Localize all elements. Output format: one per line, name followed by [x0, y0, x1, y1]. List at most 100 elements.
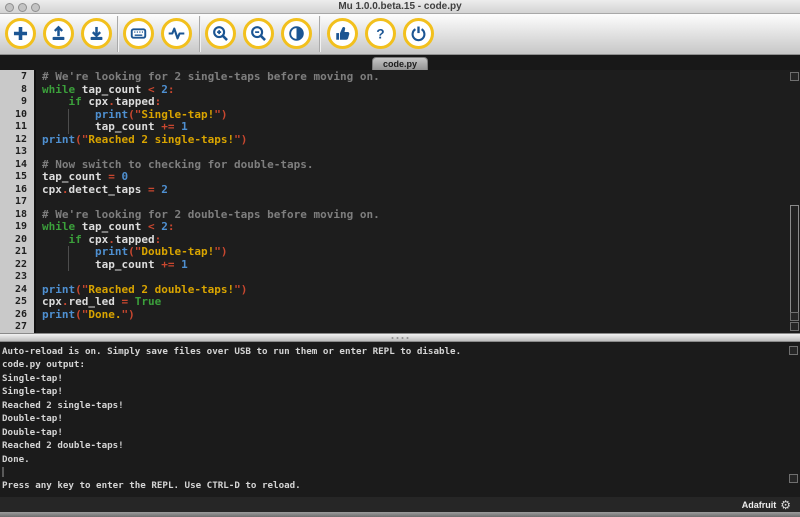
repl-serial-output[interactable]: Auto-reload is on. Simply save files ove… [0, 342, 800, 497]
status-bar: Adafruit ⚙ [0, 497, 800, 512]
code-token: tapped [114, 232, 155, 246]
repl-line: Press any key to enter the REPL. Use CTR… [2, 480, 301, 492]
scroll-corner-button[interactable] [790, 322, 799, 331]
titlebar: Mu 1.0.0.beta.15 - code.py [0, 0, 800, 14]
code-token: 2 [161, 182, 168, 196]
tab-strip: code.py [0, 55, 800, 70]
code-token: tap_count [75, 220, 148, 234]
code-token: print [94, 245, 129, 259]
toolbar-group-separator [117, 16, 118, 52]
code-line: tap_count += 1 [42, 257, 800, 272]
line-number: 27 [14, 321, 27, 333]
code-token: print [94, 107, 129, 121]
code-token: = [121, 295, 135, 309]
code-token: = [147, 182, 162, 196]
repl-line: Reached 2 double-taps! [2, 440, 124, 452]
code-token: Single-tap! [141, 107, 215, 121]
code-token: 1 [181, 257, 188, 271]
toolbar-button-plotter[interactable] [160, 18, 192, 49]
line-number: 22 [14, 258, 27, 270]
toolbar-group-separator [319, 16, 320, 52]
line-number: 24 [14, 283, 27, 295]
code-token: Done. [88, 307, 122, 321]
toolbar-button-quit[interactable] [402, 18, 434, 49]
line-number: 18 [14, 208, 27, 220]
line-number: 11 [14, 121, 27, 133]
line-number-gutter: 7 8 9 10 11 12 13 14 15 16 17 18 19 20 21 22 23 24 25 26 27 [0, 70, 36, 333]
code-token: 1 [181, 120, 188, 134]
keyboard-icon [129, 24, 148, 43]
code-editor[interactable]: 7 8 9 10 11 12 13 14 15 16 17 18 19 20 21 22 23 24 25 26 27 … [0, 70, 800, 333]
repl-line: Done. [2, 453, 30, 465]
line-number: 16 [14, 183, 27, 195]
line-number: 20 [14, 233, 27, 245]
scroll-up-button[interactable] [790, 72, 799, 81]
code-token: ) [240, 132, 248, 146]
repl-scroll-bottom-button[interactable] [789, 474, 798, 483]
repl-scroll-top-button[interactable] [789, 346, 798, 355]
editor-scrollbar[interactable] [789, 70, 799, 333]
scrollbar-thumb[interactable] [790, 205, 799, 317]
toolbar-button-zoom-out[interactable] [242, 18, 274, 49]
code-token: print [42, 307, 76, 321]
plus-icon [11, 24, 30, 43]
code-line: print("Done.") [42, 307, 800, 322]
code-text-area[interactable]: # We're looking for 2 single-taps before… [36, 70, 800, 333]
code-line: print("Reached 2 single-taps!") [42, 132, 800, 147]
toolbar-button-serial[interactable] [122, 18, 154, 49]
thumbs-up-icon [333, 24, 352, 43]
code-token: 2 [161, 82, 168, 96]
code-token: # Now switch to checking for double-taps… [42, 157, 314, 171]
code-token: Reached 2 double-taps! [88, 282, 235, 296]
window-title: Mu 1.0.0.beta.15 - code.py [338, 1, 462, 12]
splitter-grip-icon [391, 337, 409, 339]
question-mark-icon: ? [371, 24, 390, 43]
indent-guide [68, 258, 70, 272]
toolbar-button-theme[interactable] [280, 18, 312, 49]
splitter-handle[interactable] [0, 333, 800, 342]
code-token: ) [240, 282, 248, 296]
line-number: 13 [14, 146, 27, 158]
scroll-down-button[interactable] [790, 312, 799, 321]
toolbar-button-save[interactable] [80, 18, 112, 49]
code-line: cpx.red_led = True [42, 295, 800, 309]
code-token: < [147, 82, 162, 96]
repl-cursor [2, 467, 4, 478]
line-number: 9 [20, 96, 27, 108]
code-token: while [42, 220, 76, 234]
repl-line: code.py output: [2, 359, 85, 371]
gear-icon[interactable]: ⚙ [780, 499, 791, 511]
code-token: ( [128, 245, 135, 259]
code-token: print [42, 282, 76, 296]
toolbar-button-load[interactable] [42, 18, 74, 49]
code-token: red_led [68, 295, 122, 309]
tab-code-py[interactable]: code.py [371, 57, 429, 70]
code-token: tap_count [75, 82, 148, 96]
waveform-icon [167, 24, 186, 43]
download-icon [87, 24, 106, 43]
repl-line: Single-tap! [2, 372, 63, 384]
code-token: tap_count [42, 170, 109, 184]
code-token: : [167, 82, 175, 96]
code-token: ) [220, 107, 228, 121]
repl-line: Double-tap! [2, 426, 63, 438]
line-number: 19 [14, 221, 27, 233]
code-token: ( [75, 307, 82, 321]
toolbar-button-check[interactable] [326, 18, 358, 49]
code-token: cpx [42, 182, 62, 196]
code-token: cpx [81, 232, 109, 246]
toolbar-button-new[interactable] [4, 18, 36, 49]
code-token: < [147, 220, 162, 234]
code-line: cpx.detect_taps = 2 [42, 182, 800, 197]
line-number: 23 [14, 271, 27, 283]
code-token: : [154, 95, 162, 109]
line-number: 15 [14, 171, 27, 183]
code-token: True [134, 295, 162, 309]
toolbar-button-help[interactable]: ? [364, 18, 396, 49]
toolbar-button-zoom-in[interactable] [204, 18, 236, 49]
code-token: ) [220, 245, 228, 259]
code-token: += [161, 257, 182, 271]
repl-line: Auto-reload is on. Simply save files ove… [2, 346, 462, 357]
